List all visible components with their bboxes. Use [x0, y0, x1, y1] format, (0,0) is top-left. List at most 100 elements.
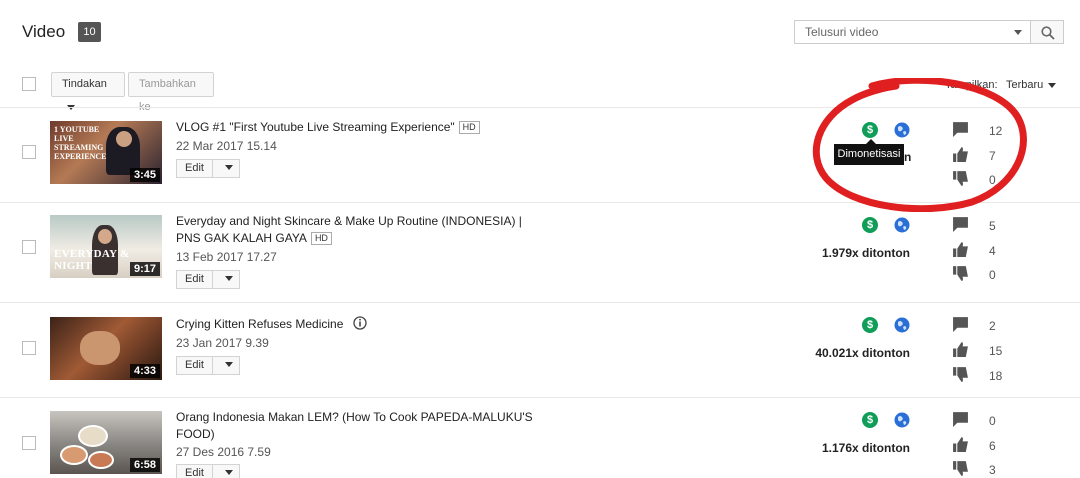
edit-button[interactable]: Edit [176, 270, 213, 289]
sort-value: Terbaru [1006, 79, 1044, 91]
view-count: 1.979x ditonton [821, 246, 910, 260]
thumbs-up-icon [953, 342, 968, 357]
monetized-dollar-icon[interactable]: $ [862, 217, 878, 233]
video-date: 22 Mar 2017 15.14 [176, 139, 277, 153]
comment-icon [953, 412, 968, 427]
dislike-count: 3 [989, 463, 996, 477]
chevron-down-icon [224, 470, 233, 476]
globe-public-icon[interactable] [894, 122, 910, 138]
monetized-dollar-icon[interactable]: $ [862, 317, 878, 333]
video-date: 27 Des 2016 7.59 [176, 445, 271, 459]
sort-dropdown[interactable]: Terbaru [1006, 79, 1057, 91]
edit-button[interactable]: Edit [176, 159, 213, 178]
thumbs-up-icon [953, 242, 968, 257]
thumbnail-plate [88, 451, 114, 469]
search-dropdown-caret-icon[interactable] [1014, 30, 1022, 35]
comment-count: 0 [989, 414, 996, 428]
select-all-checkbox[interactable] [22, 77, 36, 91]
monetized-dollar-icon[interactable]: $ [862, 412, 878, 428]
dislike-count: 0 [989, 268, 996, 282]
comment-count: 12 [989, 124, 1003, 138]
dislike-count: 0 [989, 173, 996, 187]
thumbnail-plate [60, 445, 88, 465]
monetized-dollar-icon[interactable]: $ [862, 122, 878, 138]
comment-icon [953, 122, 968, 137]
hd-badge: HD [458, 121, 480, 134]
chevron-down-icon [1048, 82, 1057, 88]
chevron-down-icon [224, 276, 233, 282]
comment-icon [953, 217, 968, 232]
edit-button[interactable]: Edit [176, 356, 213, 375]
video-title[interactable]: VLOG #1 "First Youtube Live Streaming Ex… [176, 119, 546, 136]
video-title-text: Everyday and Night Skincare & Make Up Ro… [176, 214, 522, 245]
thumbnail-caption: 1 YOUTUBE LIVE STREAMING EXPERIENCE [54, 125, 107, 161]
edit-dropdown-button[interactable] [212, 356, 240, 375]
video-title[interactable]: Everyday and Night Skincare & Make Up Ro… [176, 213, 546, 247]
video-thumbnail[interactable]: 4:33 [50, 317, 162, 380]
sort-label: Tampilkan: [945, 79, 998, 91]
monetized-tooltip: Dimonetisasi [834, 139, 904, 165]
page-title: Video [22, 22, 66, 41]
views-partial: n [904, 150, 912, 164]
video-title[interactable]: Crying Kitten Refuses Medicine [176, 316, 546, 333]
row-checkbox[interactable] [22, 145, 36, 159]
thumbs-down-icon [953, 266, 968, 281]
video-count-badge: 10 [78, 22, 101, 42]
search-button[interactable] [1030, 20, 1064, 44]
divider [0, 397, 1080, 398]
video-title-text: Crying Kitten Refuses Medicine [176, 317, 344, 331]
video-duration: 3:45 [129, 168, 160, 182]
video-thumbnail[interactable]: 1 YOUTUBE LIVE STREAMING EXPERIENCE 3:45 [50, 121, 162, 184]
row-checkbox[interactable] [22, 436, 36, 450]
edit-dropdown-button[interactable] [212, 159, 240, 178]
hd-badge: HD [310, 232, 332, 245]
like-count: 4 [989, 244, 996, 258]
video-thumbnail[interactable]: 6:58 [50, 411, 162, 474]
add-to-button[interactable]: Tambahkan ke [128, 72, 214, 113]
row-checkbox[interactable] [22, 341, 36, 355]
actions-button[interactable]: Tindakan [51, 72, 125, 110]
comment-icon [953, 317, 968, 332]
video-duration: 9:17 [129, 262, 160, 276]
video-duration: 4:33 [129, 364, 160, 378]
thumbnail-bowl [78, 425, 108, 447]
divider [0, 202, 1080, 203]
globe-public-icon[interactable] [894, 317, 910, 333]
thumbnail-face [98, 229, 112, 244]
divider [0, 107, 1080, 108]
view-count: 40.021x ditonton [815, 346, 910, 360]
thumbs-down-icon [953, 367, 968, 382]
edit-button[interactable]: Edit [176, 464, 213, 478]
chevron-down-icon [224, 362, 233, 368]
comment-count: 5 [989, 219, 996, 233]
thumbs-up-icon [953, 437, 968, 452]
search-box [794, 20, 1031, 44]
like-count: 6 [989, 439, 996, 453]
video-title-text: VLOG #1 "First Youtube Live Streaming Ex… [176, 120, 455, 134]
globe-public-icon[interactable] [894, 412, 910, 428]
actions-label: Tindakan [62, 78, 107, 90]
search-input[interactable] [795, 21, 1005, 43]
row-checkbox[interactable] [22, 240, 36, 254]
video-title-text: Orang Indonesia Makan LEM? (How To Cook … [176, 410, 533, 441]
chevron-down-icon [224, 165, 233, 171]
view-count: 1.176x ditonton [821, 441, 910, 455]
thumbnail-face [116, 131, 132, 147]
divider [0, 302, 1080, 303]
like-count: 7 [989, 149, 996, 163]
dislike-count: 18 [989, 369, 1003, 383]
thumbs-down-icon [953, 461, 968, 476]
video-duration: 6:58 [129, 458, 160, 472]
video-title[interactable]: Orang Indonesia Makan LEM? (How To Cook … [176, 409, 546, 443]
info-icon[interactable] [353, 316, 367, 330]
video-date: 23 Jan 2017 9.39 [176, 336, 269, 350]
thumbs-down-icon [953, 171, 968, 186]
thumbs-up-icon [953, 147, 968, 162]
video-thumbnail[interactable]: EVERYDAY & NIGHT 9:17 [50, 215, 162, 278]
comment-count: 2 [989, 319, 996, 333]
globe-public-icon[interactable] [894, 217, 910, 233]
edit-dropdown-button[interactable] [212, 270, 240, 289]
edit-dropdown-button[interactable] [212, 464, 240, 478]
thumbnail-kitten [80, 331, 120, 365]
like-count: 15 [989, 344, 1003, 358]
